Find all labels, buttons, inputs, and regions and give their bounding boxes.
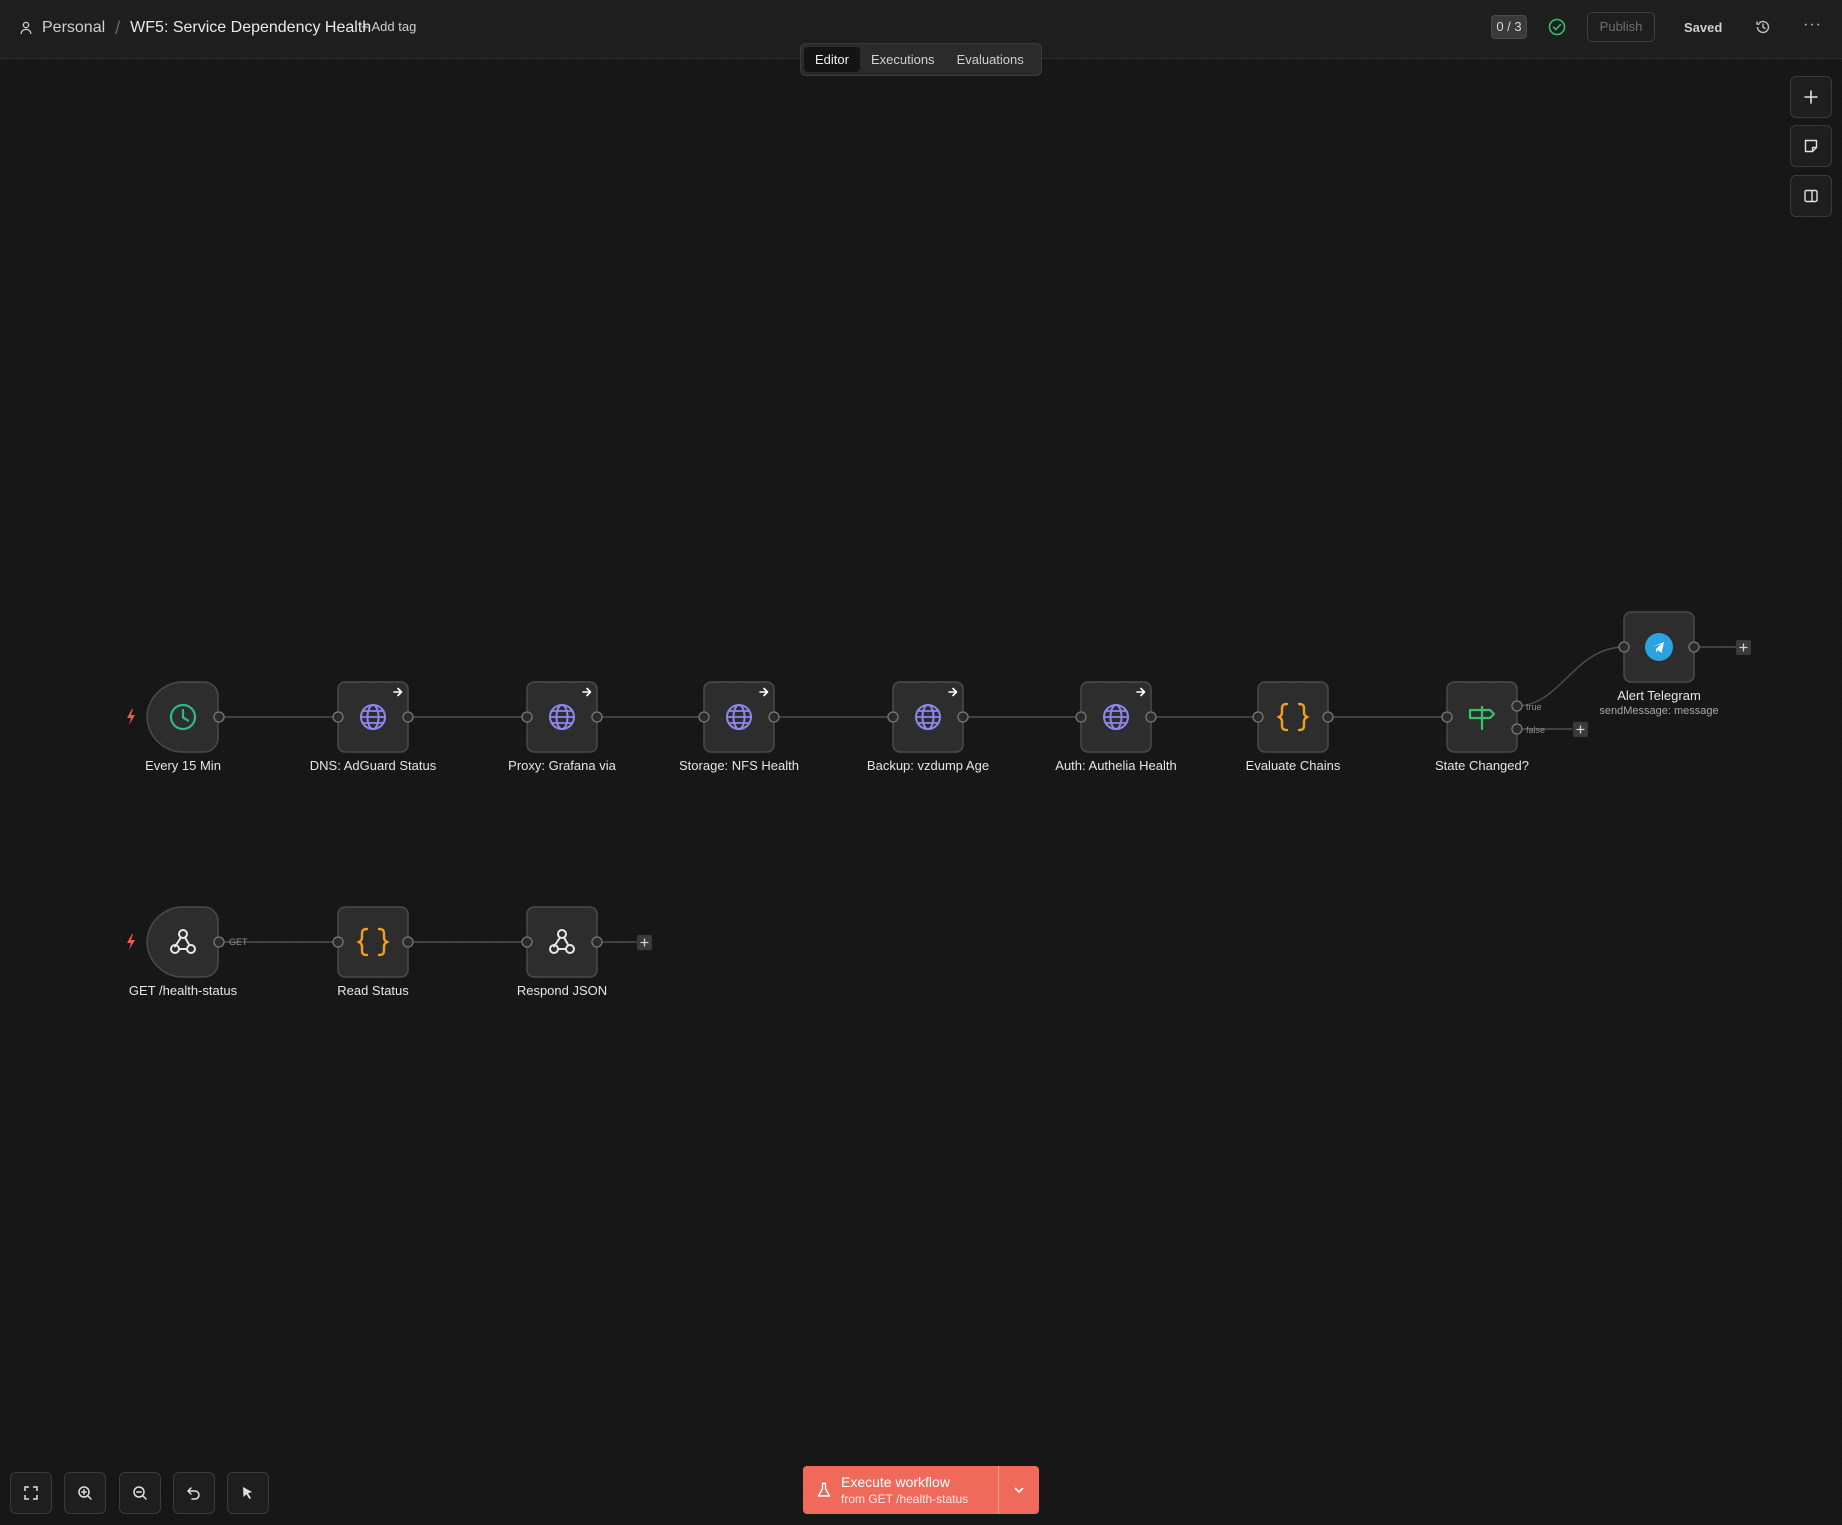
node-label: GET /health-status [128,983,238,998]
edge-label-true: true [1526,702,1542,712]
node-proxy-grafana-via[interactable] [526,681,598,753]
telegram-icon [1645,633,1673,661]
chevron-down-icon [1014,1487,1024,1493]
node-auth-authelia-health[interactable] [1080,681,1152,753]
zoom-out-icon [133,1486,147,1500]
node-label: Storage: NFS Health [679,758,799,773]
add-connection-telegram[interactable] [1736,640,1751,655]
zoom-out-button[interactable] [119,1472,161,1514]
node-dns-adguard-status[interactable] [337,681,409,753]
output-handle[interactable] [213,711,225,723]
edge-label-get: GET [229,937,248,947]
tidy-up-button[interactable] [227,1472,269,1514]
node-every-15-min[interactable] [146,681,219,753]
node-subtitle: sendMessage: message [1599,705,1719,717]
zoom-in-button[interactable] [64,1472,106,1514]
edge-label-false: false [1526,725,1546,735]
execute-dropdown-button[interactable] [999,1466,1039,1514]
node-label: Evaluate Chains [1245,758,1341,773]
execute-workflow-button[interactable]: Execute workflow from GET /health-status [803,1466,1039,1514]
reset-zoom-button[interactable] [173,1472,215,1514]
node-storage-nfs-health[interactable] [703,681,775,753]
canvas-grid [0,60,1842,1525]
magic-wand-icon [243,1487,252,1499]
execute-title: Execute workflow [841,1474,950,1490]
node-label: Every 15 Min [145,758,221,773]
execute-workflow-main[interactable]: Execute workflow from GET /health-status [803,1466,998,1514]
zoom-in-icon [78,1486,92,1500]
node-get-health-status[interactable] [146,906,219,978]
node-label: Proxy: Grafana via [508,758,616,773]
node-label: State Changed? [1435,758,1529,773]
node-label: Respond JSON [516,983,608,998]
node-label: Read Status [337,983,409,998]
fit-view-button[interactable] [10,1472,52,1514]
node-alert-telegram[interactable] [1623,611,1695,683]
add-connection-respond[interactable] [637,935,652,950]
flask-icon [817,1482,831,1497]
undo-icon [187,1487,200,1500]
node-read-status[interactable] [337,906,409,978]
node-label: DNS: AdGuard Status [309,758,437,773]
node-respond-json[interactable] [526,906,598,978]
fit-view-icon [24,1486,38,1500]
node-label: Alert Telegram [1617,688,1701,703]
add-connection-false[interactable] [1573,722,1588,737]
node-state-changed[interactable] [1446,681,1518,753]
node-backup-vzdump-age[interactable] [892,681,964,753]
node-label: Backup: vzdump Age [866,758,990,773]
execute-subtitle: from GET /health-status [841,1492,969,1506]
node-evaluate-chains[interactable] [1257,681,1329,753]
node-label: Auth: Authelia Health [1055,758,1177,773]
